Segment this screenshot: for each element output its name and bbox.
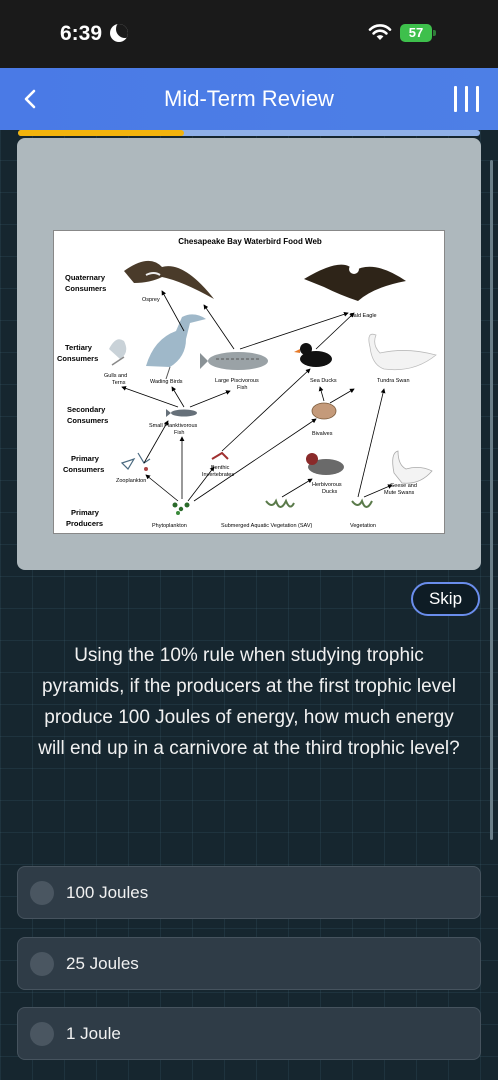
level-label: Primary — [71, 454, 100, 463]
organism-label: Sea Ducks — [310, 378, 337, 384]
answer-option[interactable]: 100 Joules — [17, 866, 481, 919]
battery-tip — [433, 30, 436, 36]
radio-button[interactable] — [30, 881, 54, 905]
progress-bar — [18, 130, 480, 136]
organism-label: Terns — [112, 380, 126, 386]
level-label: Primary — [71, 508, 100, 517]
answer-option[interactable]: 1 Joule — [17, 1007, 481, 1060]
small-fish-illustration — [166, 409, 197, 417]
organism-label: Osprey — [142, 297, 160, 303]
organism-label: Wading Birds — [150, 379, 183, 385]
bald-eagle-illustration — [304, 264, 406, 301]
organism-label: Benthic — [211, 465, 230, 471]
status-bar: 6:39 57 — [0, 0, 498, 68]
organism-label: Geese and — [390, 483, 417, 489]
do-not-disturb-moon-icon — [110, 24, 128, 42]
level-label: Consumers — [67, 416, 108, 425]
food-web-title: Chesapeake Bay Waterbird Food Web — [178, 237, 322, 246]
wifi-icon — [368, 24, 392, 40]
organism-label: Ducks — [322, 489, 338, 495]
level-label: Secondary — [67, 405, 106, 414]
osprey-illustration — [124, 260, 214, 299]
level-label: Consumers — [65, 284, 106, 293]
organism-label: Zooplankton — [116, 478, 146, 484]
wading-bird-illustration — [146, 314, 206, 380]
zooplankton-illustration — [120, 452, 151, 471]
goose-illustration — [392, 450, 433, 484]
answer-option-label: 1 Joule — [66, 1024, 121, 1043]
piscivorous-fish-illustration — [200, 352, 268, 370]
app-header: Mid-Term Review — [0, 68, 498, 130]
organism-label: Vegetation — [350, 523, 376, 529]
sea-duck-illustration — [294, 343, 332, 367]
answer-option[interactable]: 25 Joules — [17, 937, 481, 990]
organism-label: Bald Eagle — [350, 313, 377, 319]
battery-icon: 57 — [400, 24, 432, 42]
tundra-swan-illustration — [368, 333, 437, 371]
skip-button[interactable]: Skip — [411, 582, 480, 616]
organism-label: Herbivorous — [312, 482, 342, 488]
level-label: Consumers — [57, 354, 98, 363]
radio-button[interactable] — [30, 952, 54, 976]
benthic-illustration — [211, 451, 229, 460]
organism-label: Fish — [237, 385, 247, 391]
question-text: Using the 10% rule when studying trophic… — [38, 645, 460, 759]
progress-fill — [18, 130, 185, 136]
answer-option-label: 100 Joules — [66, 883, 149, 902]
herbivorous-duck-illustration — [306, 453, 344, 475]
organism-label: Phytoplankton — [152, 523, 187, 529]
level-label: Tertiary — [65, 343, 93, 352]
bivalve-illustration — [311, 402, 337, 420]
organism-label: Mute Swans — [384, 490, 415, 496]
clock: 6:39 — [60, 22, 103, 45]
organism-label: Small Planktivorous — [149, 423, 198, 429]
level-label: Producers — [66, 519, 103, 528]
gull-illustration — [109, 339, 127, 366]
organism-label: Bivalves — [312, 431, 333, 437]
scrollbar[interactable] — [490, 160, 493, 840]
sav-illustration — [265, 498, 373, 508]
page-title: Mid-Term Review — [164, 86, 334, 111]
phytoplankton-illustration — [172, 502, 190, 515]
organism-label: Tundra Swan — [377, 378, 410, 384]
food-web-diagram: Chesapeake Bay Waterbird Food Web Quater… — [53, 230, 445, 534]
organism-label: Submerged Aquatic Vegetation (SAV) — [221, 523, 312, 529]
menu-bars-icon[interactable] — [452, 86, 482, 112]
organism-label: Large Piscivorous — [215, 378, 259, 384]
radio-button[interactable] — [30, 1022, 54, 1046]
level-label: Quaternary — [65, 273, 106, 282]
organism-label: Fish — [174, 430, 184, 436]
organism-label: Gulls and — [104, 373, 127, 379]
level-label: Consumers — [63, 465, 104, 474]
answer-option-label: 25 Joules — [66, 954, 139, 973]
